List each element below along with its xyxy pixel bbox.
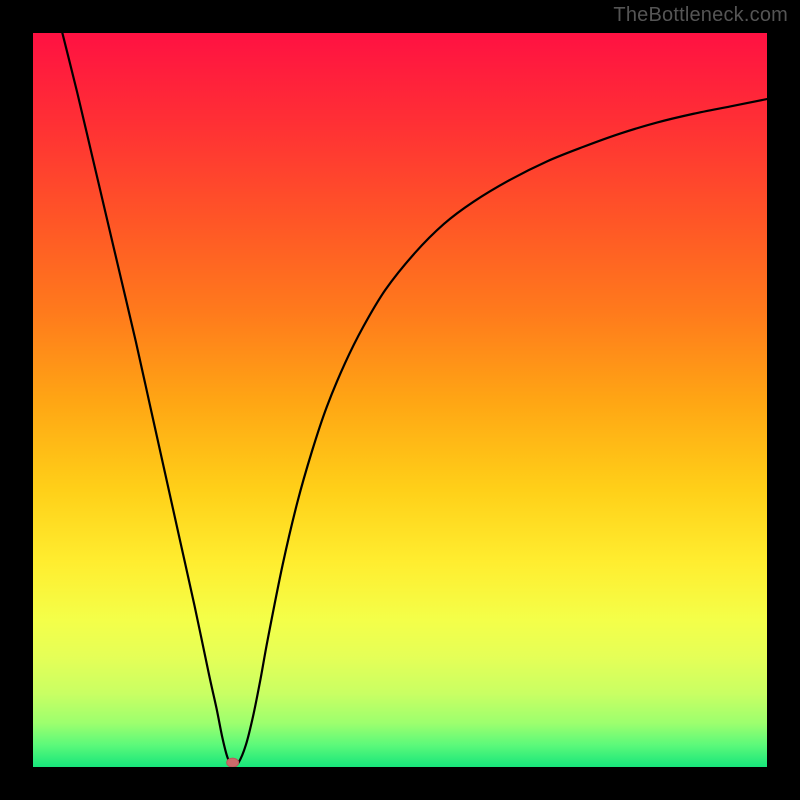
watermark-text: TheBottleneck.com	[613, 4, 788, 27]
chart-svg	[33, 33, 767, 767]
gradient-background	[33, 33, 767, 767]
chart-frame: TheBottleneck.com	[0, 0, 800, 800]
plot-area	[33, 33, 767, 767]
minimum-marker	[227, 758, 239, 767]
